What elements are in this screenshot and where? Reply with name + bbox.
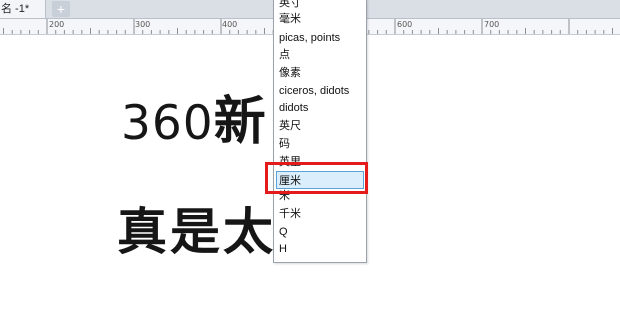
menu-item-pixel[interactable]: 像素 bbox=[278, 64, 362, 82]
canvas-text-number: 360 bbox=[121, 96, 214, 151]
canvas-text-line-1[interactable]: 360新 bbox=[121, 91, 273, 153]
canvas-text-bold-char: 新 bbox=[213, 92, 267, 152]
units-dropdown-menu[interactable]: 英寸 毫米 picas, points 点 像素 ciceros, didots… bbox=[273, 0, 367, 263]
menu-item-ciceros-didots[interactable]: ciceros, didots bbox=[278, 82, 362, 100]
ruler-label: 600 bbox=[397, 20, 413, 29]
menu-item-point[interactable]: 点 bbox=[278, 46, 362, 64]
ruler-label: 700 bbox=[484, 20, 500, 29]
add-tab-button[interactable]: + bbox=[52, 1, 70, 17]
document-tab-title: 名 -1* bbox=[1, 3, 30, 15]
ruler-label: 300 bbox=[135, 20, 151, 29]
highlight-annotation-box bbox=[265, 162, 368, 194]
ruler-label: 400 bbox=[222, 20, 238, 29]
menu-item-millimeter[interactable]: 毫米 bbox=[278, 10, 362, 28]
canvas-text-line-2[interactable]: 真是太 了 bbox=[117, 201, 417, 263]
menu-item-picas-points[interactable]: picas, points bbox=[278, 29, 362, 47]
menu-item-h[interactable]: H bbox=[278, 240, 362, 258]
menu-item-foot[interactable]: 英尺 bbox=[278, 117, 362, 135]
document-tab[interactable]: 名 -1* bbox=[0, 0, 46, 18]
menu-item-kilometer[interactable]: 千米 bbox=[278, 205, 362, 223]
menu-item-yard[interactable]: 码 bbox=[278, 135, 362, 153]
menu-item-didots[interactable]: didots bbox=[278, 99, 362, 117]
ruler-label: 200 bbox=[49, 20, 65, 29]
menu-item-q[interactable]: Q bbox=[278, 223, 362, 241]
